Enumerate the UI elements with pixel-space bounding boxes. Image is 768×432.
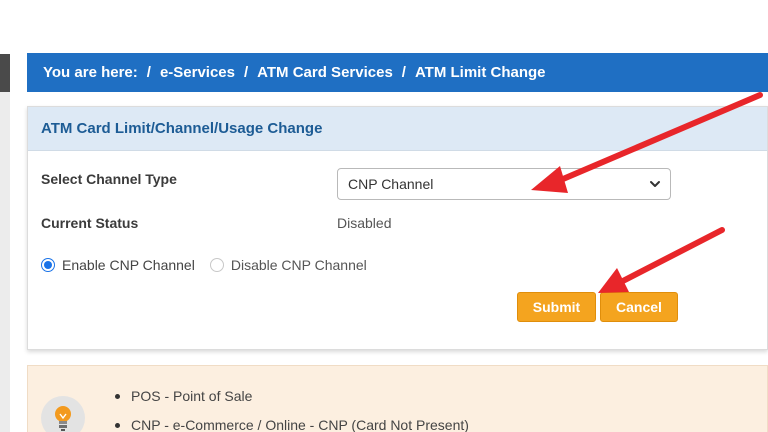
breadcrumb: You are here: / e-Services / ATM Card Se… (27, 53, 768, 92)
channel-info-list: POS - Point of Sale CNP - e-Commerce / O… (115, 388, 469, 432)
breadcrumb-separator: / (244, 64, 249, 81)
channel-toggle-group: Enable CNP Channel Disable CNP Channel (41, 257, 367, 273)
list-item: POS - Point of Sale (115, 388, 469, 404)
current-status-label: Current Status (41, 215, 139, 231)
channel-type-selected-value: CNP Channel (348, 176, 434, 192)
enable-cnp-radio[interactable] (41, 258, 55, 272)
lightbulb-glyph (55, 406, 71, 431)
lightbulb-icon (41, 396, 85, 432)
left-sidebar-strip (0, 54, 10, 432)
cancel-button[interactable]: Cancel (600, 292, 678, 322)
enable-cnp-label[interactable]: Enable CNP Channel (62, 257, 195, 273)
chevron-down-icon (650, 181, 660, 187)
list-item: CNP - e-Commerce / Online - CNP (Card No… (115, 417, 469, 432)
left-sidebar-tab (0, 54, 10, 92)
breadcrumb-separator: / (146, 64, 151, 81)
breadcrumb-item-atm-limit-change: ATM Limit Change (414, 64, 546, 81)
channel-type-label: Select Channel Type (41, 171, 177, 187)
breadcrumb-separator: / (401, 64, 406, 81)
breadcrumb-item-atm-card-services[interactable]: ATM Card Services (257, 64, 393, 81)
disable-cnp-label[interactable]: Disable CNP Channel (231, 257, 367, 273)
channel-info-panel: POS - Point of Sale CNP - e-Commerce / O… (27, 365, 768, 432)
limit-change-panel: ATM Card Limit/Channel/Usage Change Sele… (27, 106, 768, 350)
submit-button[interactable]: Submit (517, 292, 596, 322)
panel-title: ATM Card Limit/Channel/Usage Change (28, 107, 767, 151)
breadcrumb-prefix: You are here: (43, 64, 138, 81)
disable-cnp-radio[interactable] (209, 258, 224, 272)
channel-type-select[interactable]: CNP Channel (337, 168, 671, 200)
breadcrumb-item-e-services[interactable]: e-Services (160, 64, 235, 81)
current-status-value: Disabled (337, 215, 392, 231)
